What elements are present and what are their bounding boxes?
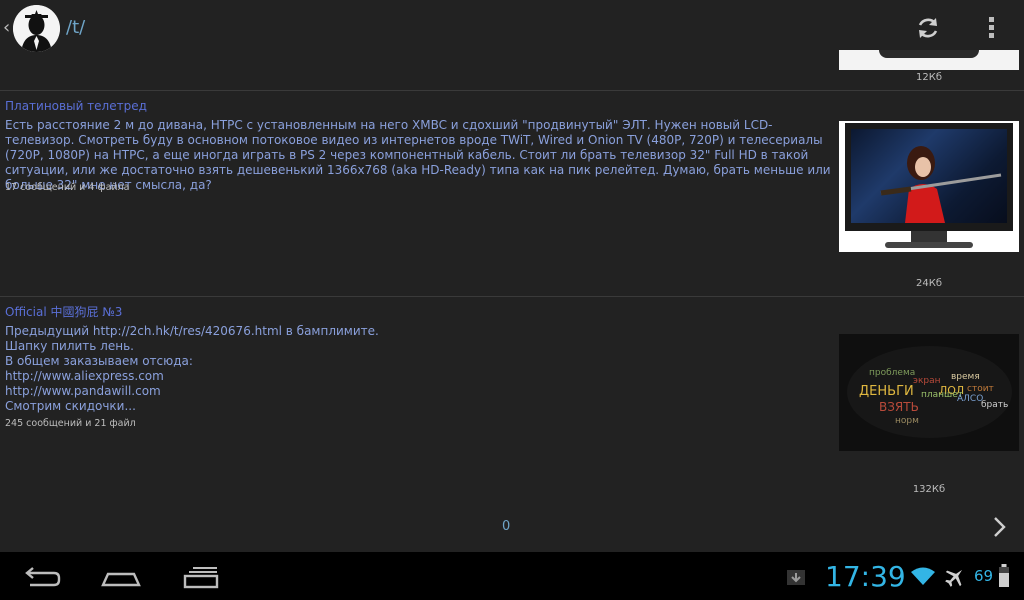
cloud-word: экран (913, 376, 941, 386)
thread-body: Есть расстояние 2 м до дивана, HTPC с ус… (5, 118, 831, 192)
cloud-word: ДЕНЬГИ (859, 384, 914, 399)
thread-thumbnail[interactable]: ДЕНЬГИ ВЗЯТЬ время проблема брать стоит … (839, 334, 1019, 451)
page-number: 0 (502, 519, 511, 534)
thread-title: Official 中國狗屁 №3 (5, 305, 123, 319)
thread-item[interactable]: Платиновый телетред Есть расстояние 2 м … (0, 91, 1024, 296)
thread-thumbnail[interactable] (839, 121, 1019, 252)
overflow-menu-button[interactable] (972, 10, 1012, 46)
wifi-icon (910, 566, 936, 586)
thread-meta: 245 сообщений и 21 файл (5, 418, 136, 429)
up-caret-icon[interactable]: ‹ (3, 18, 10, 38)
board-logo-icon[interactable] (13, 5, 60, 52)
back-icon (25, 567, 61, 587)
cloud-word: проблема (869, 368, 916, 378)
download-notification-icon[interactable] (786, 568, 806, 586)
chevron-right-icon (994, 517, 1006, 537)
cloud-word: время (951, 372, 980, 382)
recent-apps-button[interactable] (176, 560, 226, 594)
cloud-word: норм (895, 416, 919, 426)
battery-percentage: 69 (974, 567, 994, 585)
refresh-button[interactable] (908, 10, 948, 46)
cloud-word: брать (981, 400, 1009, 410)
clock: 17:39 (825, 560, 906, 593)
thumbnail-size: 132Кб (912, 484, 946, 495)
thread-title: Платиновый телетред (5, 99, 147, 113)
back-button[interactable] (16, 560, 66, 594)
cloud-word: ВЗЯТЬ (879, 400, 919, 414)
action-bar: ‹ /t/ (0, 0, 1024, 56)
refresh-icon (918, 18, 938, 38)
thumbnail-size: 12Кб (916, 72, 942, 83)
home-button[interactable] (96, 560, 146, 594)
overflow-menu-icon (989, 17, 994, 38)
recent-apps-icon (183, 567, 219, 589)
next-page-button[interactable] (985, 510, 1015, 544)
airplane-mode-icon (944, 566, 966, 588)
thread-item[interactable]: Official 中國狗屁 №3 Предыдущий http://2ch.h… (0, 297, 1024, 502)
cloud-word: АЛСО (957, 394, 984, 404)
board-title[interactable]: /t/ (66, 16, 85, 40)
thread-body: Предыдущий http://2ch.hk/t/res/420676.ht… (5, 324, 379, 413)
home-icon (101, 572, 141, 587)
battery-icon (998, 564, 1010, 588)
cloud-word: стоит (967, 384, 994, 394)
thumbnail-size: 24Кб (916, 278, 942, 289)
thread-thumbnail-partial[interactable] (839, 50, 1019, 70)
thread-meta: 17 сообщений и 4 файла (5, 182, 130, 193)
